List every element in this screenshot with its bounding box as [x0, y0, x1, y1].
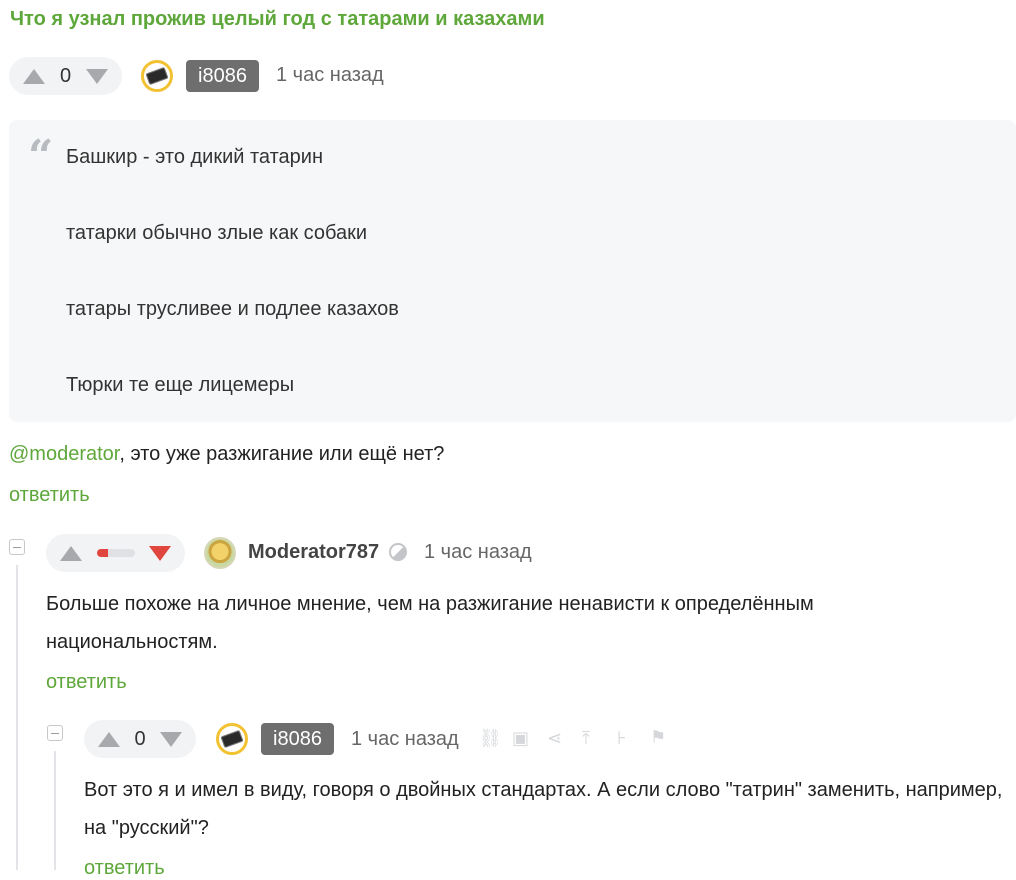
comment-time[interactable]: 1 час назад	[351, 728, 459, 751]
comment-text: Вот это я и имел в виду, говоря о двойны…	[84, 779, 1003, 839]
post-vote-control: 0	[9, 57, 122, 95]
comment-author[interactable]: Moderator787	[248, 541, 379, 564]
author-name-badge[interactable]: i8086	[261, 723, 334, 755]
comment-time[interactable]: 1 час назад	[424, 541, 532, 564]
quote-line: Башкир - это дикий татарин	[66, 146, 324, 168]
quote-line: татары трусливее и подлее казахов	[66, 298, 399, 320]
quote-line: Тюрки те еще лицемеры	[66, 374, 295, 396]
comment-vote-control	[46, 534, 185, 572]
scroll-up-icon[interactable]: ⤒	[582, 728, 590, 749]
downvote-icon[interactable]	[149, 545, 171, 561]
author-name-badge[interactable]: i8086	[186, 60, 259, 92]
upvote-icon[interactable]	[60, 545, 82, 561]
flag-icon[interactable]: ⚑	[650, 727, 666, 748]
thread-line[interactable]	[54, 751, 56, 870]
rating-bar	[96, 549, 135, 557]
upvote-icon[interactable]	[23, 68, 45, 84]
save-icon[interactable]: ▣	[512, 728, 529, 749]
post-title[interactable]: Что я узнал прожив целый год с татарами …	[10, 8, 545, 31]
reply-link[interactable]: ответить	[84, 857, 165, 880]
comment-text: Больше похоже на личное мнение, чем на р…	[46, 593, 814, 653]
downvote-icon[interactable]	[160, 731, 182, 747]
author-avatar[interactable]	[141, 60, 173, 92]
author-avatar[interactable]	[216, 723, 248, 755]
moderator-badge-icon	[389, 543, 407, 561]
quote-line: татарки обычно злые как собаки	[66, 222, 368, 244]
chip-icon	[145, 66, 169, 86]
moderator-avatar[interactable]	[204, 537, 236, 569]
post-rating: 0	[59, 64, 72, 87]
thread-line[interactable]	[16, 565, 18, 870]
downvote-icon[interactable]	[86, 68, 108, 84]
chip-icon	[220, 729, 244, 749]
upvote-icon[interactable]	[98, 731, 120, 747]
post-time[interactable]: 1 час назад	[276, 64, 384, 87]
reply-link[interactable]: ответить	[46, 671, 127, 694]
post-text-rest: , это уже разжигание или ещё нет?	[119, 443, 445, 465]
rating-bar-fill	[96, 549, 108, 557]
quote-icon: “	[28, 131, 54, 182]
post-text: @moderator, это уже разжигание или ещё н…	[9, 435, 444, 473]
link-icon[interactable]: ⛓	[479, 728, 502, 749]
comment-rating: 0	[134, 727, 146, 750]
mention-link[interactable]: @moderator	[9, 443, 119, 465]
collapse-thread-button[interactable]	[9, 539, 25, 555]
collapse-thread-button[interactable]	[47, 725, 63, 741]
reply-link[interactable]: ответить	[9, 484, 90, 507]
comment-vote-control: 0	[84, 720, 196, 758]
branch-icon[interactable]: ⊦	[617, 728, 626, 749]
share-icon[interactable]: ⋖	[547, 728, 562, 749]
